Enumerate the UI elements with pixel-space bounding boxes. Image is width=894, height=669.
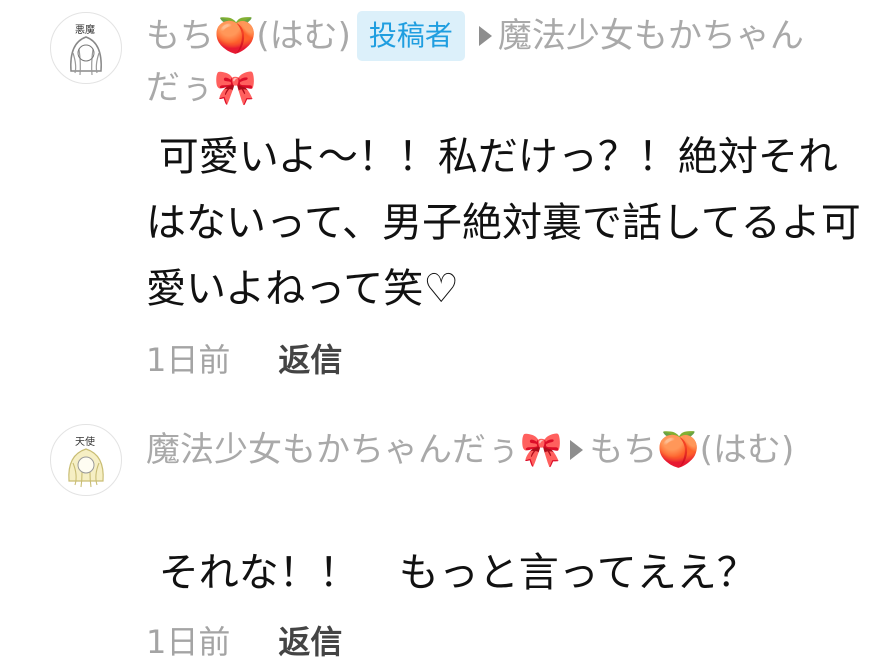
author-name[interactable]: もち🍑(はむ) (146, 16, 351, 56)
author-name[interactable]: 魔法少女もかちゃんだぅ🎀 (146, 430, 562, 470)
avatar-tag: 天使 (75, 437, 95, 448)
comment-time: 1日前 (146, 623, 231, 661)
comment-header: もち🍑(はむ) 投稿者 魔法少女もかちゃんだぅ🎀 (146, 10, 836, 114)
comment-time: 1日前 (146, 341, 231, 379)
comment-text: 可愛いよ〜！！私だけっ？！絶対それはないって、男子絶対裏で話してるよ可愛いよねっ… (146, 134, 861, 312)
reply-to-name[interactable]: もち🍑(はむ) (589, 430, 794, 470)
reply-button[interactable]: 返信 (278, 623, 342, 661)
comment-meta: 1日前 返信 (146, 622, 342, 662)
reply-arrow-icon (478, 25, 492, 46)
avatar[interactable]: 悪魔 (50, 12, 122, 84)
reply-arrow-icon (570, 439, 584, 460)
reply-button[interactable]: 返信 (278, 341, 342, 379)
avatar-tag: 悪魔 (75, 25, 95, 36)
comment-header: 魔法少女もかちゃんだぅ🎀 もち🍑(はむ) (146, 424, 836, 476)
avatar[interactable]: 天使 (50, 424, 122, 496)
comment-meta: 1日前 返信 (146, 340, 342, 380)
comment-text: それな！！ もっと言ってええ？ (146, 550, 757, 596)
author-badge: 投稿者 (356, 11, 465, 61)
